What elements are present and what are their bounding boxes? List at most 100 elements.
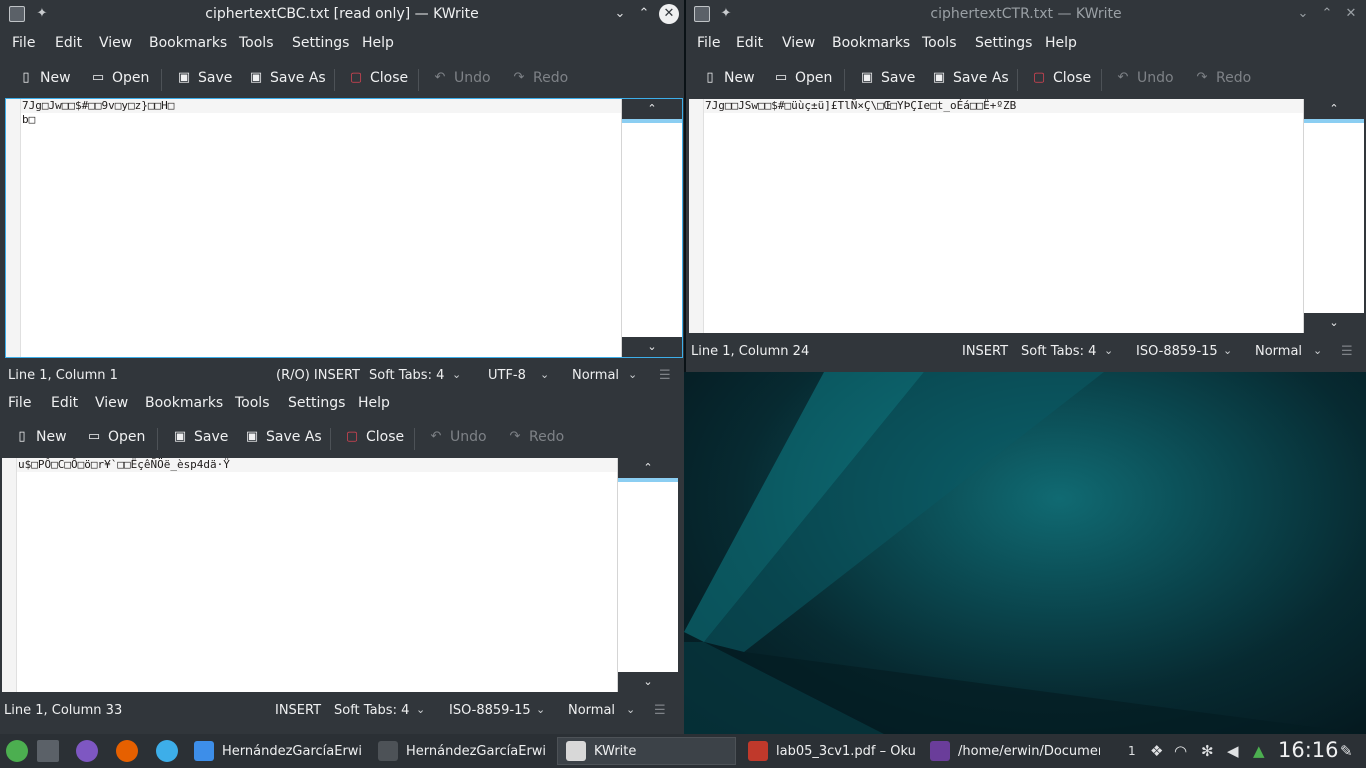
menu-help[interactable]: Help [362,35,394,51]
new-button[interactable]: ▯ New [18,67,70,89]
close-button[interactable]: ▢ Close [1031,67,1091,89]
notifications-arrow-icon[interactable]: ▲ [1253,742,1265,760]
text-editor[interactable]: 7Jg□Jw□□$#□□9v□y□z}□□H□ b□ ⌃ ⌄ [5,98,683,358]
cursor-position[interactable]: Line 1, Column 24 [691,344,809,359]
save-button[interactable]: ▣ Save [176,67,233,89]
menu-bookmarks[interactable]: Bookmarks [145,395,223,411]
chevron-down-icon[interactable]: ⌄ [1313,344,1322,357]
tabs-setting[interactable]: Soft Tabs: 4 [334,703,409,718]
maximize-button[interactable]: ⌃ [1317,4,1337,24]
open-button[interactable]: ▭ Open [773,67,833,89]
menu-file[interactable]: File [697,35,720,51]
syntax-mode-selector[interactable]: Normal [572,368,619,383]
chevron-down-icon[interactable]: ⌄ [628,368,637,381]
scroll-down-button[interactable]: ⌄ [618,672,678,692]
input-mode[interactable]: INSERT [275,703,321,718]
menu-help[interactable]: Help [1045,35,1077,51]
chevron-down-icon[interactable]: ⌄ [416,703,425,716]
bluetooth-icon[interactable]: ✻ [1201,742,1214,760]
minimap-scrollbar[interactable]: ⌃ ⌄ [1303,99,1364,333]
menu-settings[interactable]: Settings [292,35,349,51]
task-konsole[interactable]: HernándezGarcíaErwin [378,737,546,765]
undo-button[interactable]: ↶ Undo [428,426,487,448]
atom-icon[interactable] [156,740,178,762]
firefox-icon[interactable] [116,740,138,762]
save-button[interactable]: ▣ Save [172,426,229,448]
minimap-viewport[interactable] [618,478,678,482]
chevron-down-icon[interactable]: ⌄ [1104,344,1113,357]
menu-view[interactable]: View [782,35,815,51]
menu-settings[interactable]: Settings [975,35,1032,51]
save-as-button[interactable]: ▣ Save As [248,67,326,89]
settings-icon[interactable]: ✎ [1340,742,1353,760]
save-button[interactable]: ▣ Save [859,67,916,89]
pager-icon[interactable] [37,740,59,762]
menu-settings[interactable]: Settings [288,395,345,411]
chevron-down-icon[interactable]: ⌄ [452,368,461,381]
task-dolphin[interactable]: HernándezGarcíaErwin [194,737,362,765]
menu-tools[interactable]: Tools [239,35,274,51]
syntax-mode-selector[interactable]: Normal [568,703,615,718]
open-button[interactable]: ▭ Open [90,67,150,89]
redo-button[interactable]: ↷ Redo [1194,67,1252,89]
open-button[interactable]: ▭ Open [86,426,146,448]
menu-file[interactable]: File [12,35,35,51]
tabs-setting[interactable]: Soft Tabs: 4 [1021,344,1096,359]
scroll-down-button[interactable]: ⌄ [1304,313,1364,333]
scroll-up-button[interactable]: ⌃ [622,99,682,119]
chevron-down-icon[interactable]: ⌄ [540,368,549,381]
menu-edit[interactable]: Edit [736,35,763,51]
menu-bookmarks[interactable]: Bookmarks [832,35,910,51]
menu-help[interactable]: Help [358,395,390,411]
menu-view[interactable]: View [99,35,132,51]
volume-icon[interactable]: ◀ [1227,742,1239,760]
syntax-mode-selector[interactable]: Normal [1255,344,1302,359]
task-texmaker[interactable]: /home/erwin/Documents [930,737,1100,765]
new-button[interactable]: ▯ New [14,426,66,448]
chevron-down-icon[interactable]: ⌄ [1223,344,1232,357]
close-window-button[interactable]: ✕ [659,4,679,24]
encoding-selector[interactable]: ISO-8859-15 [1136,344,1218,359]
input-mode[interactable]: (R/O) INSERT [276,368,360,383]
menu-view[interactable]: View [95,395,128,411]
close-button[interactable]: ▢ Close [348,67,408,89]
save-as-button[interactable]: ▣ Save As [931,67,1009,89]
close-button[interactable]: ▢ Close [344,426,404,448]
desktop-count[interactable]: 1 [1128,744,1136,758]
minimap-viewport[interactable] [622,119,682,123]
close-window-button[interactable]: ✕ [1341,4,1361,24]
minimap-scrollbar[interactable]: ⌃ ⌄ [621,99,682,357]
emacs-icon[interactable] [76,740,98,762]
text-editor[interactable]: 7Jg□□JSw□□$#□üùç±ü]£TlÑ×Ç\□Œ□YÞÇIe□t_oÉá… [689,99,1364,333]
title-bar[interactable]: ✦ ciphertextCBC.txt [read only] — KWrite… [0,0,684,28]
cursor-position[interactable]: Line 1, Column 33 [4,703,122,718]
scroll-up-button[interactable]: ⌃ [618,458,678,478]
encoding-selector[interactable]: UTF-8 [488,368,526,383]
task-kwrite[interactable]: KWrite [557,737,736,765]
minimize-button[interactable]: ⌄ [610,4,630,24]
title-bar[interactable]: ✦ ciphertextCTR.txt — KWrite ⌄ ⌃ ✕ [686,0,1366,28]
menu-file[interactable]: File [8,395,31,411]
save-as-button[interactable]: ▣ Save As [244,426,322,448]
redo-button[interactable]: ↷ Redo [507,426,565,448]
clock[interactable]: 16:16 [1278,738,1339,762]
task-okular[interactable]: lab05_3cv1.pdf – Okular [748,737,916,765]
minimize-button[interactable]: ⌄ [1293,4,1313,24]
input-mode[interactable]: INSERT [962,344,1008,359]
menu-edit[interactable]: Edit [55,35,82,51]
dictionary-icon[interactable]: ☰ [659,368,671,383]
cursor-position[interactable]: Line 1, Column 1 [8,368,118,383]
minimap-scrollbar[interactable]: ⌃ ⌄ [617,458,678,692]
scroll-up-button[interactable]: ⌃ [1304,99,1364,119]
undo-button[interactable]: ↶ Undo [432,67,491,89]
chevron-down-icon[interactable]: ⌄ [626,703,635,716]
undo-button[interactable]: ↶ Undo [1115,67,1174,89]
application-launcher-icon[interactable] [6,740,28,762]
dictionary-icon[interactable]: ☰ [1341,344,1353,359]
scroll-down-button[interactable]: ⌄ [622,337,682,357]
menu-tools[interactable]: Tools [922,35,957,51]
redo-button[interactable]: ↷ Redo [511,67,569,89]
text-editor[interactable]: u$□PÔ□C□Ô□ö□r¥`□□ËçêÑÖë_èsp4dä·Ÿ ⌃ ⌄ [2,458,678,692]
chevron-down-icon[interactable]: ⌄ [536,703,545,716]
wifi-icon[interactable]: ◠ [1174,742,1187,760]
